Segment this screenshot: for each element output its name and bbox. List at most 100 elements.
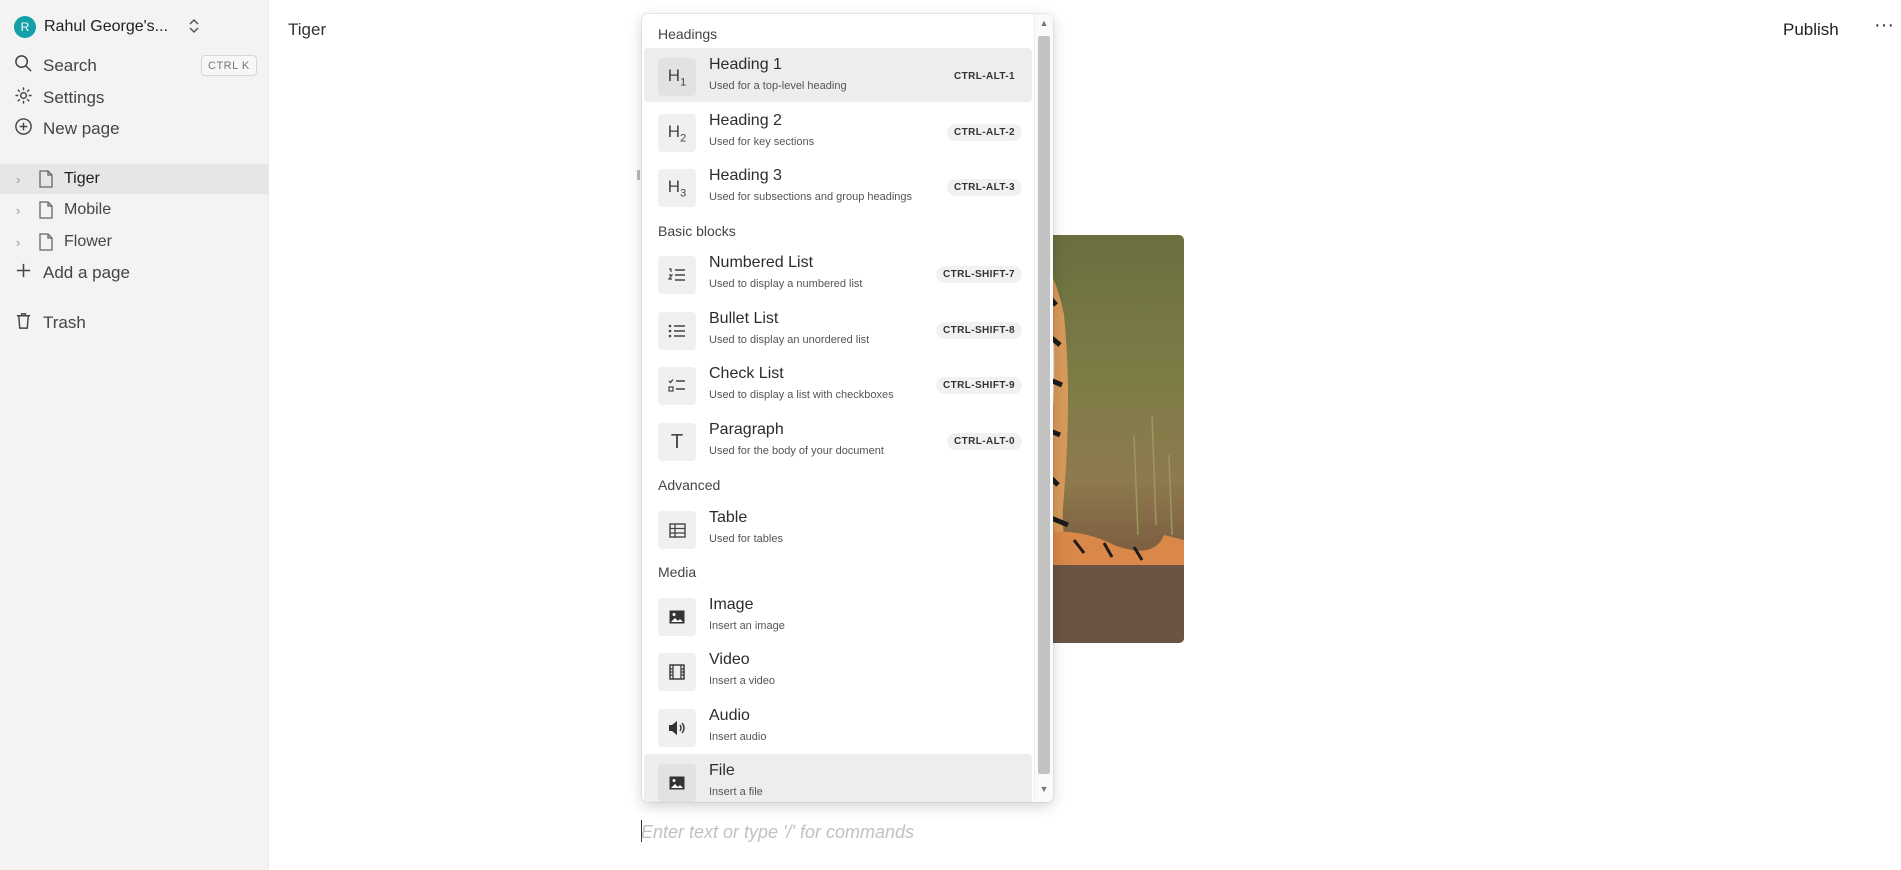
menu-item-desc: Used for tables — [709, 533, 783, 545]
menu-item-check-list[interactable]: Check List Used to display a list with c… — [644, 357, 1032, 411]
slash-command-menu: Headings H1 Heading 1 Used for a top-lev… — [642, 14, 1053, 802]
shortcut-badge: CTRL-ALT-2 — [946, 124, 1022, 141]
search-icon — [14, 54, 33, 78]
bullet-list-icon — [658, 312, 696, 350]
menu-item-desc: Used for the body of your document — [709, 445, 884, 457]
audio-icon — [658, 709, 696, 747]
section-basic-blocks: Basic blocks — [658, 223, 736, 239]
shortcut-badge: CTRL-ALT-3 — [946, 179, 1022, 196]
table-icon — [658, 511, 696, 549]
menu-item-title: Image — [709, 596, 754, 613]
menu-item-heading-1[interactable]: H1 Heading 1 Used for a top-level headin… — [644, 48, 1032, 102]
scroll-up-icon[interactable]: ▲ — [1038, 18, 1050, 32]
sidebar-item-mobile[interactable]: › Mobile — [0, 195, 269, 225]
tiger-image[interactable] — [1034, 235, 1184, 643]
scrollbar-thumb[interactable] — [1038, 36, 1050, 774]
menu-item-desc: Used to display a list with checkboxes — [709, 389, 894, 401]
avatar: R — [14, 16, 36, 38]
sidebar-trash[interactable]: Trash — [14, 310, 86, 336]
menu-item-desc: Used for subsections and group headings — [709, 191, 913, 203]
heading-3-icon: H3 — [658, 169, 696, 207]
menu-item-bullet-list[interactable]: Bullet List Used to display an unordered… — [644, 302, 1032, 356]
menu-item-desc: Used for a top-level heading — [709, 80, 847, 92]
menu-item-title: Numbered List — [709, 254, 814, 271]
workspace-name: Rahul George's... — [44, 18, 169, 35]
image-icon — [658, 598, 696, 636]
workspace-switcher[interactable]: R Rahul George's... — [14, 14, 200, 40]
file-icon — [658, 764, 696, 802]
heading-2-icon: H2 — [658, 114, 696, 152]
shortcut-badge: CTRL-SHIFT-7 — [935, 266, 1022, 283]
shortcut-badge: CTRL-SHIFT-9 — [935, 377, 1022, 394]
menu-item-desc: Used for key sections — [709, 136, 815, 148]
app-window: R Rahul George's... Search CTRL K Settin… — [0, 0, 1901, 870]
menu-item-table[interactable]: Table Used for tables — [644, 501, 1032, 555]
document-icon — [38, 170, 54, 188]
sidebar-add-page[interactable]: Add a page — [14, 260, 130, 286]
menu-item-title: Video — [709, 651, 750, 668]
section-headings: Headings — [658, 26, 718, 42]
menu-item-title: Audio — [709, 707, 750, 724]
menu-item-desc: Used to display an unordered list — [709, 334, 870, 346]
menu-item-audio[interactable]: Audio Insert audio — [644, 699, 1032, 753]
menu-item-file[interactable]: File Insert a file — [644, 754, 1032, 802]
menu-item-heading-2[interactable]: H2 Heading 2 Used for key sections CTRL-… — [644, 104, 1032, 158]
shortcut-badge: CTRL-SHIFT-8 — [935, 322, 1022, 339]
menu-item-desc: Used to display a numbered list — [709, 278, 863, 290]
chevron-up-down-icon — [188, 18, 200, 37]
sidebar-search[interactable]: Search — [14, 53, 97, 79]
trash-icon — [14, 311, 33, 335]
sidebar-item-label: Flower — [64, 233, 113, 250]
page-title: Tiger — [288, 20, 327, 39]
numbered-list-icon — [658, 256, 696, 294]
paragraph-icon: T — [658, 423, 696, 461]
menu-item-desc: Insert an image — [709, 620, 785, 632]
chevron-right-icon[interactable]: › — [16, 235, 30, 250]
document-icon — [38, 233, 54, 251]
chevron-right-icon[interactable]: › — [16, 172, 30, 187]
document-icon — [38, 201, 54, 219]
sidebar-new-page[interactable]: New page — [14, 116, 120, 142]
more-options-icon[interactable]: ··· — [1874, 14, 1894, 37]
shortcut-badge: CTRL-ALT-0 — [946, 433, 1022, 450]
plus-icon — [14, 261, 33, 285]
gear-icon — [14, 86, 33, 110]
drag-handle[interactable] — [637, 170, 640, 180]
sidebar: R Rahul George's... Search CTRL K Settin… — [0, 0, 269, 870]
menu-item-desc: Insert audio — [709, 731, 767, 743]
menu-item-heading-3[interactable]: H3 Heading 3 Used for subsections and gr… — [644, 159, 1032, 213]
sidebar-settings[interactable]: Settings — [14, 85, 104, 111]
plus-circle-icon — [14, 117, 33, 141]
sidebar-item-flower[interactable]: › Flower — [0, 227, 269, 257]
menu-item-title: Paragraph — [709, 421, 784, 438]
menu-item-title: Check List — [709, 365, 784, 382]
search-shortcut: CTRL K — [201, 55, 257, 76]
section-media: Media — [658, 564, 697, 580]
video-icon — [658, 653, 696, 691]
menu-item-image[interactable]: Image Insert an image — [644, 588, 1032, 642]
heading-1-icon: H1 — [658, 58, 696, 96]
slash-menu-list: Headings H1 Heading 1 Used for a top-lev… — [642, 14, 1034, 802]
settings-label: Settings — [43, 88, 105, 107]
sidebar-item-tiger[interactable]: › Tiger — [0, 164, 269, 194]
publish-button[interactable]: Publish — [1783, 20, 1839, 40]
tiger-photo — [1034, 255, 1184, 643]
new-page-label: New page — [43, 119, 120, 138]
shortcut-badge: CTRL-ALT-1 — [953, 71, 1015, 82]
menu-item-video[interactable]: Video Insert a video — [644, 643, 1032, 697]
menu-item-desc: Insert a file — [709, 786, 763, 798]
menu-item-title: Heading 1 — [709, 56, 782, 73]
menu-item-title: File — [709, 762, 735, 779]
menu-scrollbar[interactable]: ▲ ▼ — [1034, 14, 1053, 802]
sidebar-item-label: Mobile — [64, 201, 112, 218]
menu-item-desc: Insert a video — [709, 675, 776, 687]
menu-item-paragraph[interactable]: T Paragraph Used for the body of your do… — [644, 413, 1032, 467]
trash-label: Trash — [43, 313, 86, 332]
menu-item-title: Heading 3 — [709, 167, 782, 184]
editor-input[interactable]: Enter text or type '/' for commands — [641, 822, 914, 843]
scroll-down-icon[interactable]: ▼ — [1038, 784, 1050, 798]
sidebar-item-label: Tiger — [64, 170, 100, 187]
menu-item-title: Table — [709, 509, 748, 526]
menu-item-numbered-list[interactable]: Numbered List Used to display a numbered… — [644, 246, 1032, 300]
chevron-right-icon[interactable]: › — [16, 203, 30, 218]
